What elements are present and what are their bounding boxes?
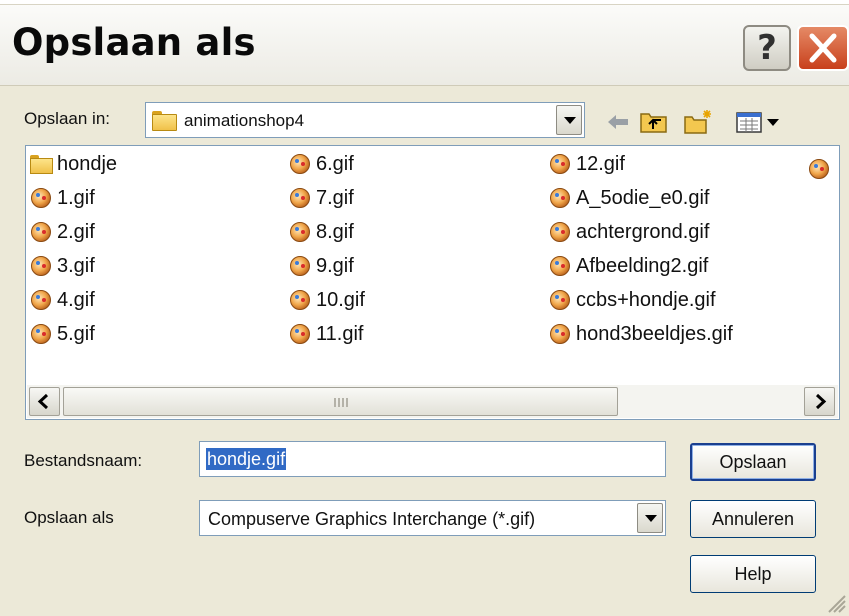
save-in-combo[interactable]: animationshop4: [145, 102, 585, 138]
file-name: 7.gif: [316, 187, 354, 209]
filename-input[interactable]: hondje.gif: [199, 441, 666, 477]
gif-file-icon: [290, 188, 310, 208]
dialog-title: Opslaan als: [12, 21, 256, 64]
close-button[interactable]: [797, 25, 849, 71]
gif-file-icon: [550, 188, 570, 208]
question-mark-icon: ?: [757, 28, 777, 68]
gif-file-icon: [31, 290, 51, 310]
horizontal-scrollbar[interactable]: [27, 385, 838, 418]
file-name: 8.gif: [316, 221, 354, 243]
scroll-thumb[interactable]: [63, 387, 618, 416]
new-folder-icon[interactable]: [684, 109, 714, 135]
save-as-type-label: Opslaan als: [24, 508, 114, 527]
file-name: Afbeelding2.gif: [576, 255, 709, 277]
gif-file-icon: [31, 256, 51, 276]
gif-file-icon: [550, 324, 570, 344]
cancel-button[interactable]: Annuleren: [690, 500, 816, 538]
file-name: 2.gif: [57, 221, 95, 243]
folder-icon: [30, 155, 53, 174]
gif-file-icon: [290, 222, 310, 242]
file-name: 5.gif: [57, 323, 95, 345]
save-in-value: animationshop4: [184, 111, 305, 130]
file-name: 9.gif: [316, 255, 354, 277]
gif-file-icon: [550, 154, 570, 174]
help-title-button[interactable]: ?: [743, 25, 791, 71]
file-name: ccbs+hondje.gif: [576, 289, 716, 311]
gif-file-icon: [31, 324, 51, 344]
gif-file-icon: [550, 256, 570, 276]
gif-file-icon: [290, 154, 310, 174]
file-name: hondje: [57, 153, 118, 175]
back-arrow-icon[interactable]: [605, 109, 631, 135]
chevron-right-icon: [815, 393, 827, 410]
folder-icon: [152, 111, 177, 131]
gif-file-icon: [809, 159, 829, 179]
chevron-down-icon[interactable]: [637, 503, 663, 533]
title-bar[interactable]: Opslaan als ?: [0, 5, 849, 86]
file-name: 6.gif: [316, 153, 354, 175]
file-name: hond3beeldjes.gif: [576, 323, 733, 345]
chevron-down-icon[interactable]: [556, 105, 582, 135]
file-list[interactable]: hondje 1.gif 2.gif 3.gif 4.gif 5.gif 6.gif 7.gi…: [25, 145, 840, 420]
file-name: 4.gif: [57, 289, 95, 311]
save-button[interactable]: Opslaan: [690, 443, 816, 481]
gif-file-icon: [550, 290, 570, 310]
gif-file-icon: [550, 222, 570, 242]
gif-file-icon: [290, 256, 310, 276]
gif-file-icon: [290, 324, 310, 344]
filename-value: hondje.gif: [206, 448, 287, 470]
file-name: 12.gif: [576, 153, 625, 175]
up-folder-icon[interactable]: [640, 109, 668, 135]
save-as-type-value: Compuserve Graphics Interchange (*.gif): [208, 509, 536, 529]
filename-label: Bestandsnaam:: [24, 451, 143, 470]
gif-file-icon: [31, 222, 51, 242]
resize-grip-icon[interactable]: [825, 592, 847, 614]
help-button[interactable]: Help: [690, 555, 816, 593]
scroll-right-button[interactable]: [804, 387, 835, 416]
file-name: 1.gif: [57, 187, 95, 209]
file-name: 11.gif: [316, 323, 364, 345]
file-name: 10.gif: [316, 289, 365, 311]
file-name: 3.gif: [57, 255, 95, 277]
chevron-left-icon: [37, 393, 49, 410]
gif-file-icon: [290, 290, 310, 310]
grip-icon: [333, 398, 348, 407]
close-icon: [809, 33, 837, 63]
save-as-dialog: Opslaan als ? Opslaan in: animationshop4: [0, 5, 849, 616]
gif-file-icon: [31, 188, 51, 208]
scroll-left-button[interactable]: [29, 387, 60, 416]
file-name: achtergrond.gif: [576, 221, 710, 243]
file-name: A_5odie_e0.gif: [576, 187, 710, 209]
save-in-label: Opslaan in:: [24, 109, 110, 128]
view-menu-icon[interactable]: [735, 109, 787, 135]
save-as-type-combo[interactable]: Compuserve Graphics Interchange (*.gif): [199, 500, 666, 536]
